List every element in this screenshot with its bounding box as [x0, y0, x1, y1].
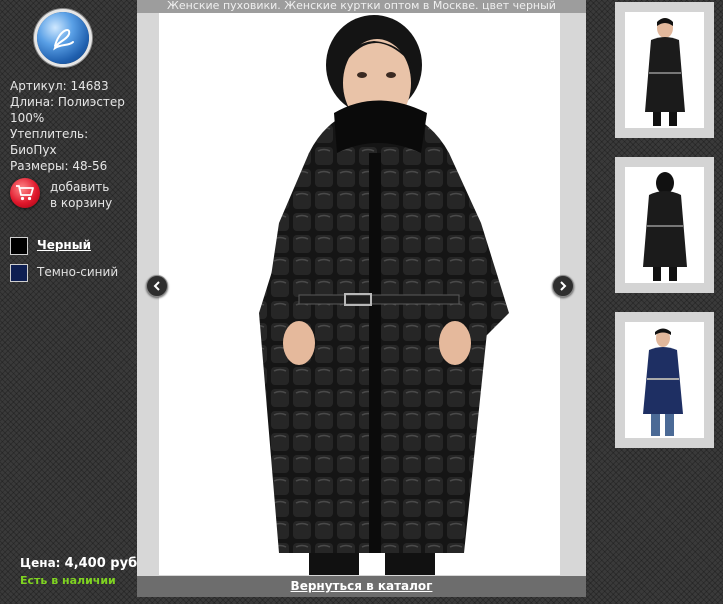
back-to-catalog-link[interactable]: Вернуться в каталог	[291, 579, 433, 593]
product-details: Артикул: 14683 Длина: Полиэстер 100% Уте…	[10, 78, 135, 174]
chevron-left-icon	[153, 281, 160, 291]
color-label-navy[interactable]: Темно-синий	[37, 265, 118, 279]
next-image-button[interactable]	[552, 275, 574, 297]
price: Цена: 4,400 руб.	[20, 556, 143, 571]
thumb-black-front[interactable]	[615, 2, 714, 138]
add-to-cart-label[interactable]: добавить в корзину	[50, 179, 112, 211]
insulation-line-1: Утеплитель:	[10, 127, 89, 141]
color-swatch-navy[interactable]	[10, 264, 28, 282]
stock-status: Есть в наличии	[20, 574, 116, 587]
image-viewer: Женские пуховики. Женские куртки оптом в…	[137, 0, 586, 597]
viewer-footer: Вернуться в каталог	[137, 576, 586, 597]
chevron-right-icon	[560, 281, 567, 291]
color-swatch-black[interactable]	[10, 237, 28, 255]
thumb-black-back[interactable]	[615, 157, 714, 293]
sizes: Размеры: 48-56	[10, 159, 108, 173]
insulation-line-2: БиоПух	[10, 143, 57, 157]
thumb-navy-front[interactable]	[615, 312, 714, 448]
viewer-title: Женские пуховики. Женские куртки оптом в…	[137, 0, 586, 13]
logo-emblem-icon[interactable]	[37, 12, 89, 64]
price-block: Цена: 4,400 руб. Есть в наличии	[20, 556, 142, 587]
article-number: Артикул: 14683	[10, 79, 109, 93]
prev-image-button[interactable]	[146, 275, 168, 297]
material-line-2: 100%	[10, 111, 45, 125]
shopping-cart-icon[interactable]	[10, 178, 40, 208]
add-to-cart-button[interactable]: добавить в корзину	[10, 178, 135, 214]
color-label-black[interactable]: Черный	[37, 238, 91, 252]
material-line-1: Длина: Полиэстер	[10, 95, 125, 109]
product-photo	[159, 13, 560, 575]
